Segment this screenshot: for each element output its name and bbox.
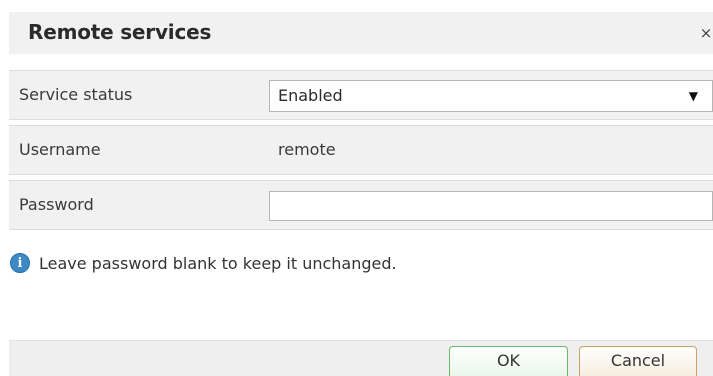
- cancel-button[interactable]: Cancel: [579, 346, 697, 376]
- dialog-title: Remote services: [28, 20, 212, 44]
- info-text: Leave password blank to keep it unchange…: [39, 254, 397, 273]
- service-status-selected-value: Enabled: [278, 86, 343, 105]
- password-label: Password: [19, 195, 94, 214]
- info-icon: i: [10, 253, 30, 273]
- password-row: Password: [9, 180, 713, 230]
- chevron-down-icon: ▼: [688, 89, 698, 103]
- service-status-select[interactable]: Enabled ▼: [269, 80, 713, 112]
- dialog-titlebar: Remote services ×: [9, 12, 713, 54]
- dialog-footer: OK Cancel: [9, 340, 713, 376]
- username-value: remote: [278, 140, 336, 159]
- ok-button[interactable]: OK: [449, 346, 568, 376]
- service-status-label: Service status: [19, 85, 133, 104]
- remote-services-dialog: Remote services × Service status Enabled…: [0, 0, 713, 376]
- close-icon[interactable]: ×: [699, 24, 713, 42]
- username-row: Username remote: [9, 125, 713, 175]
- username-label: Username: [19, 140, 101, 159]
- password-input[interactable]: [269, 191, 713, 221]
- service-status-row: Service status Enabled ▼: [9, 70, 713, 120]
